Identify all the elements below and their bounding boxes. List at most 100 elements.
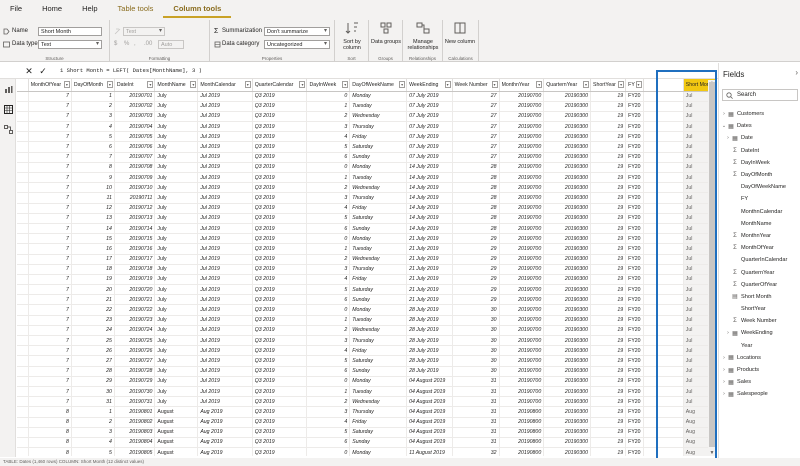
table-cell[interactable]: 19 <box>590 406 627 418</box>
decimal-places-input[interactable]: Auto <box>158 39 184 49</box>
table-cell[interactable]: Jul 2019 <box>197 345 253 357</box>
table-cell[interactable]: 14 July 2019 <box>406 223 453 235</box>
table-cell[interactable]: 20190300 <box>543 366 591 377</box>
table-cell[interactable]: 4 <box>306 203 351 214</box>
table-cell[interactable]: Q3 2019 <box>252 243 308 255</box>
table-cell[interactable]: FY20 <box>625 203 644 214</box>
table-cell[interactable]: Wednesday <box>349 254 408 265</box>
table-cell[interactable]: 19 <box>590 223 627 235</box>
table-cell[interactable]: Jul 2019 <box>197 396 253 408</box>
table-cell[interactable]: 20190700 <box>499 233 545 245</box>
table-cell[interactable]: 20190709 <box>114 172 156 184</box>
table-cell[interactable]: 19 <box>590 417 627 428</box>
data-category-dropdown[interactable]: Uncategorized <box>264 39 330 49</box>
table-cell[interactable]: Q3 2019 <box>252 386 308 398</box>
row-selector[interactable] <box>17 376 29 387</box>
table-cell[interactable]: 20190700 <box>499 274 545 286</box>
table-cell[interactable]: 20190700 <box>499 152 545 163</box>
row-selector[interactable] <box>17 406 29 418</box>
table-cell[interactable]: Monday <box>349 233 408 245</box>
table-cell[interactable]: Jul 2019 <box>197 335 253 347</box>
table-cell[interactable]: July <box>154 264 199 275</box>
table-cell[interactable]: Q3 2019 <box>252 162 308 174</box>
table-cell[interactable]: Jul 2019 <box>197 325 253 337</box>
table-cell[interactable]: 31 <box>452 437 500 449</box>
table-cell[interactable]: 19 <box>590 304 627 316</box>
table-cell[interactable]: 20190300 <box>543 335 591 347</box>
field-item[interactable]: Σ Week Number <box>721 315 800 327</box>
table-cell[interactable]: FY20 <box>625 386 644 398</box>
table-cell[interactable]: 19 <box>590 131 627 143</box>
table-cell[interactable]: July <box>154 366 199 377</box>
table-cell[interactable]: Sunday <box>349 152 408 163</box>
field-item[interactable]: ▤ Short Month <box>721 291 800 303</box>
table-cell[interactable]: 32 <box>452 447 500 456</box>
table-cell[interactable]: 26 <box>71 345 115 357</box>
table-cell[interactable]: 20190703 <box>114 111 156 123</box>
table-cell[interactable]: Wednesday <box>349 182 408 194</box>
table-cell[interactable]: 15 <box>71 233 115 245</box>
table-cell[interactable]: 04 August 2019 <box>406 376 453 387</box>
table-cell[interactable]: 19 <box>590 182 627 194</box>
table-cell[interactable]: 21 July 2019 <box>406 233 453 245</box>
table-cell[interactable]: 20190300 <box>543 406 591 418</box>
table-cell[interactable]: 20 <box>71 284 115 296</box>
commit-formula-button[interactable]: ✓ <box>36 64 50 78</box>
table-cell[interactable]: 24 <box>71 325 115 337</box>
table-cell[interactable]: 20190700 <box>499 243 545 255</box>
table-cell[interactable]: 16 <box>71 243 115 255</box>
table-cell[interactable]: July <box>154 162 199 174</box>
table-cell[interactable]: Monday <box>349 91 408 102</box>
table-cell[interactable]: 19 <box>590 192 627 204</box>
table-row[interactable]: 7 1 20190701 July Jul 2019 Q3 2019 0 Monday 07 J… <box>17 91 717 102</box>
new-column-button[interactable]: New column <box>443 22 477 45</box>
table-cell[interactable]: 19 <box>590 121 627 133</box>
table-cell[interactable]: 5 <box>306 427 351 438</box>
column-header[interactable]: DateInt ▾ <box>114 79 156 92</box>
table-cell[interactable]: 5 <box>306 213 351 224</box>
table-cell[interactable]: 14 July 2019 <box>406 192 453 204</box>
table-cell[interactable]: Jul 2019 <box>197 223 253 235</box>
table-cell[interactable]: 7 <box>28 315 72 326</box>
row-selector[interactable] <box>17 355 29 367</box>
table-cell[interactable]: 2 <box>306 182 351 194</box>
table-cell[interactable]: FY20 <box>625 121 644 133</box>
table-cell[interactable]: 20190700 <box>499 396 545 408</box>
table-cell[interactable]: 19 <box>590 203 627 214</box>
table-cell[interactable]: 17 <box>71 254 115 265</box>
table-cell[interactable]: Jul 2019 <box>197 355 253 367</box>
table-cell[interactable]: 20190706 <box>114 141 156 153</box>
table-cell[interactable]: 7 <box>28 152 72 163</box>
decimal-button[interactable]: .00 <box>144 41 158 47</box>
table-cell[interactable]: 20190700 <box>499 335 545 347</box>
table-cell[interactable]: 20190700 <box>499 172 545 184</box>
table-row[interactable]: 8 3 20190803 August Aug 2019 Q3 2019 5 Saturday… <box>17 427 717 438</box>
table-cell[interactable]: 3 <box>71 111 115 123</box>
table-cell[interactable]: Q3 2019 <box>252 406 308 418</box>
table-cell[interactable]: Q3 2019 <box>252 396 308 408</box>
table-cell[interactable]: 2 <box>71 417 115 428</box>
table-cell[interactable]: 20190702 <box>114 101 156 112</box>
table-cell[interactable]: 27 <box>452 121 500 133</box>
table-cell[interactable]: 20190727 <box>114 355 156 367</box>
table-row[interactable]: 7 9 20190709 July Jul 2019 Q3 2019 1 Tuesday 14 … <box>17 172 717 184</box>
table-cell[interactable]: 20190802 <box>114 417 156 428</box>
table-cell[interactable]: 3 <box>306 335 351 347</box>
table-cell[interactable]: 7 <box>28 182 72 194</box>
row-selector[interactable] <box>17 427 29 438</box>
field-item[interactable]: QuarterInCalendar <box>721 254 800 266</box>
row-selector[interactable] <box>17 437 29 449</box>
column-header[interactable]: MonthCalendar ▾ <box>197 79 253 92</box>
field-item[interactable]: › ▦ Locations <box>721 352 800 364</box>
table-cell[interactable]: 21 July 2019 <box>406 284 453 296</box>
row-selector[interactable] <box>17 325 29 337</box>
table-cell[interactable]: 20190300 <box>543 91 591 102</box>
table-cell[interactable]: Jul 2019 <box>197 366 253 377</box>
table-cell[interactable]: 7 <box>28 192 72 204</box>
filter-dropdown-icon[interactable]: ▾ <box>491 81 498 88</box>
table-cell[interactable]: Q3 2019 <box>252 304 308 316</box>
table-cell[interactable]: 19 <box>590 264 627 275</box>
table-cell[interactable]: 20190712 <box>114 203 156 214</box>
row-selector-corner[interactable] <box>17 79 29 92</box>
table-cell[interactable]: 28 <box>452 182 500 194</box>
